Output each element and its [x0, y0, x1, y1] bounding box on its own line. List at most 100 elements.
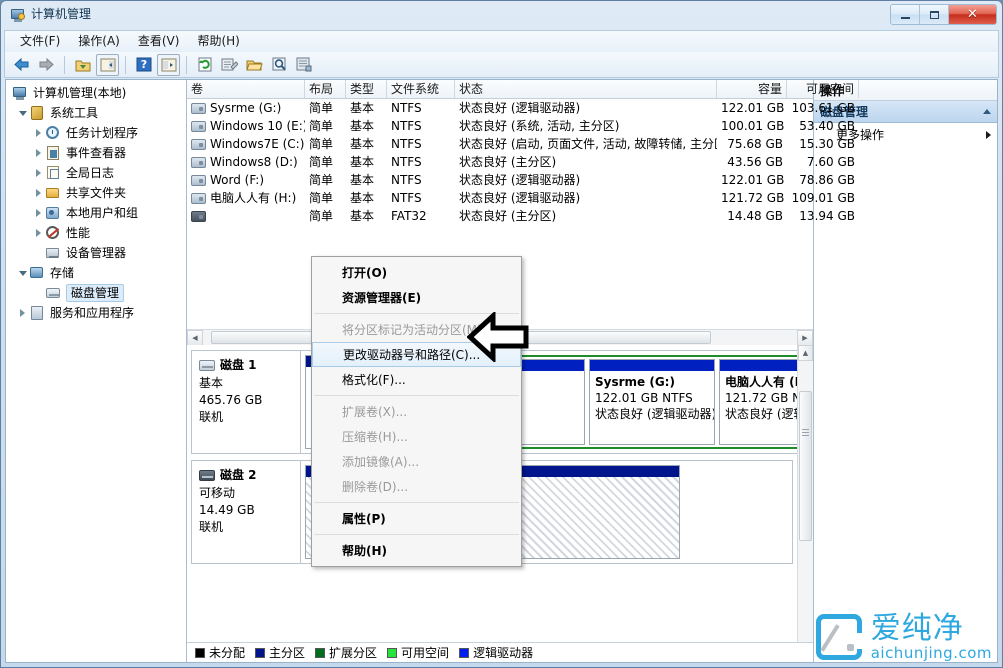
show-hide-tree-icon[interactable]: [96, 54, 119, 76]
svg-text:?: ?: [140, 58, 146, 71]
search-icon[interactable]: [268, 54, 291, 76]
sidebar-item-local-users-groups[interactable]: 本地用户和组: [6, 203, 186, 223]
menu-file[interactable]: 文件(F): [11, 32, 69, 51]
drive-icon: [191, 121, 206, 132]
column-header-layout[interactable]: 布局: [305, 80, 346, 98]
table-row[interactable]: Windows8 (D:) 简单 基本 NTFS 状态良好 (主分区) 43.5…: [187, 153, 813, 171]
partition-h-drive[interactable]: 电脑人人有 (H:) 121.72 GB NTFS 状态良好 (逻辑驱动器): [719, 359, 797, 445]
scroll-left-arrow[interactable]: ◀: [187, 330, 203, 346]
expander-closed-icon[interactable]: [32, 229, 45, 237]
maximize-button[interactable]: [920, 5, 949, 24]
column-header-filesystem[interactable]: 文件系统: [387, 80, 455, 98]
context-menu-item-explorer[interactable]: 资源管理器(E): [312, 285, 521, 310]
volume-filesystem: FAT32: [387, 208, 455, 224]
scroll-right-arrow[interactable]: ▶: [797, 330, 813, 346]
volume-type: 基本: [346, 136, 387, 152]
tree-label: 服务和应用程序: [50, 305, 134, 321]
context-menu-item-format[interactable]: 格式化(F)...: [312, 367, 521, 392]
volume-free-space: 109.01 GB: [787, 190, 859, 206]
scrollbar-thumb[interactable]: [799, 391, 812, 541]
table-row[interactable]: Sysrme (G:) 简单 基本 NTFS 状态良好 (逻辑驱动器) 122.…: [187, 99, 813, 117]
drive-icon: [191, 157, 206, 168]
toolbar-separator: [186, 56, 187, 74]
volume-capacity: 100.01 GB: [717, 118, 787, 134]
up-folder-icon[interactable]: [71, 54, 94, 76]
scrollbar-grip: [802, 429, 809, 436]
disk-info-1[interactable]: 磁盘 1 基本 465.76 GB 联机: [191, 350, 301, 454]
forward-icon[interactable]: [35, 54, 58, 76]
volume-status: 状态良好 (系统, 活动, 主分区): [455, 118, 717, 134]
expander-closed-icon[interactable]: [32, 209, 45, 217]
close-button[interactable]: ✕: [949, 5, 996, 24]
partition-legend: 未分配 主分区 扩展分区 可用空间 逻辑驱动器: [187, 642, 813, 662]
volume-status: 状态良好 (启动, 页面文件, 活动, 故障转储, 主分区): [455, 136, 717, 152]
watermark-domain-text: aichunjing.com: [871, 645, 992, 661]
back-icon[interactable]: [10, 54, 33, 76]
volume-layout: 简单: [305, 118, 346, 134]
disk-info-2[interactable]: 磁盘 2 可移动 14.49 GB 联机: [191, 460, 301, 564]
title-bar: 计算机管理 ✕: [1, 1, 1002, 29]
table-row[interactable]: 电脑人人有 (H:) 简单 基本 NTFS 状态良好 (逻辑驱动器) 121.7…: [187, 189, 813, 207]
sidebar-item-storage[interactable]: 存储: [6, 263, 186, 283]
chevron-up-icon[interactable]: [983, 109, 991, 114]
sidebar-item-services-and-applications[interactable]: 服务和应用程序: [6, 303, 186, 323]
expander-closed-icon[interactable]: [32, 189, 45, 197]
expander-open-icon[interactable]: [16, 111, 29, 116]
sidebar-item-global-log[interactable]: 全局日志: [6, 163, 186, 183]
show-action-pane-icon[interactable]: [157, 54, 180, 76]
table-row[interactable]: 简单 基本 FAT32 状态良好 (主分区) 14.48 GB 13.94 GB: [187, 207, 813, 225]
menu-action[interactable]: 操作(A): [69, 32, 129, 51]
menu-view[interactable]: 查看(V): [129, 32, 189, 51]
sidebar-item-event-viewer[interactable]: 事件查看器: [6, 143, 186, 163]
help-icon[interactable]: ?: [132, 54, 155, 76]
volume-filesystem: NTFS: [387, 154, 455, 170]
sidebar-item-shared-folders[interactable]: 共享文件夹: [6, 183, 186, 203]
context-menu-item-help[interactable]: 帮助(H): [312, 538, 521, 563]
aichunjing-logo-icon: [816, 614, 862, 660]
expander-closed-icon[interactable]: [32, 169, 45, 177]
sidebar-item-task-scheduler[interactable]: 任务计划程序: [6, 123, 186, 143]
volume-layout: 简单: [305, 154, 346, 170]
volume-free-space: 53.40 GB: [787, 118, 859, 134]
minimize-button[interactable]: [891, 5, 920, 24]
column-header-capacity[interactable]: 容量: [717, 80, 787, 98]
sidebar-item-device-manager[interactable]: 设备管理器: [6, 243, 186, 263]
properties-icon[interactable]: [218, 54, 241, 76]
volume-type: 基本: [346, 100, 387, 116]
task-scheduler-icon: [45, 125, 62, 141]
volume-free-space: 78.86 GB: [787, 172, 859, 188]
column-header-status[interactable]: 状态: [455, 80, 717, 98]
scroll-up-arrow[interactable]: ▲: [798, 345, 813, 361]
table-row[interactable]: Windows 10 (E:) 简单 基本 NTFS 状态良好 (系统, 活动,…: [187, 117, 813, 135]
column-header-type[interactable]: 类型: [346, 80, 387, 98]
disk-management-icon: [45, 285, 62, 301]
volume-free-space: 13.94 GB: [787, 208, 859, 224]
column-header-free-space[interactable]: 可用空间: [787, 80, 859, 98]
sidebar-item-performance[interactable]: 性能: [6, 223, 186, 243]
refresh-icon[interactable]: [193, 54, 216, 76]
open-folder-icon[interactable]: [243, 54, 266, 76]
chevron-right-icon[interactable]: [986, 131, 991, 139]
volume-filesystem: NTFS: [387, 190, 455, 206]
table-row[interactable]: Windows7E (C:) 简单 基本 NTFS 状态良好 (启动, 页面文件…: [187, 135, 813, 153]
expander-open-icon[interactable]: [16, 271, 29, 276]
context-menu[interactable]: 打开(O) 资源管理器(E) 将分区标记为活动分区(M) 更改驱动器号和路径(C…: [311, 256, 522, 567]
sidebar-item-system-tools[interactable]: 系统工具: [6, 103, 186, 123]
table-row[interactable]: Word (F:) 简单 基本 NTFS 状态良好 (逻辑驱动器) 122.01…: [187, 171, 813, 189]
console-tree-pane[interactable]: 计算机管理(本地) 系统工具 任务计划程序 事件查看器 全局日志: [6, 80, 187, 662]
menu-help[interactable]: 帮助(H): [188, 32, 248, 51]
disk-view-vertical-scrollbar[interactable]: ▲: [797, 345, 813, 642]
export-list-icon[interactable]: [293, 54, 316, 76]
disk-state: 联机: [199, 519, 293, 536]
partition-sysrme-g[interactable]: Sysrme (G:) 122.01 GB NTFS 状态良好 (逻辑驱动器): [589, 359, 715, 445]
volume-layout: 简单: [305, 100, 346, 116]
expander-closed-icon[interactable]: [32, 129, 45, 137]
expander-closed-icon[interactable]: [32, 149, 45, 157]
context-menu-item-open[interactable]: 打开(O): [312, 260, 521, 285]
expander-closed-icon[interactable]: [16, 309, 29, 317]
sidebar-item-disk-management[interactable]: 磁盘管理: [6, 283, 186, 303]
tree-root-computer-management[interactable]: 计算机管理(本地): [6, 83, 186, 103]
column-header-volume[interactable]: 卷: [187, 80, 305, 98]
context-menu-item-properties[interactable]: 属性(P): [312, 506, 521, 531]
scrollbar-track[interactable]: [798, 361, 813, 642]
